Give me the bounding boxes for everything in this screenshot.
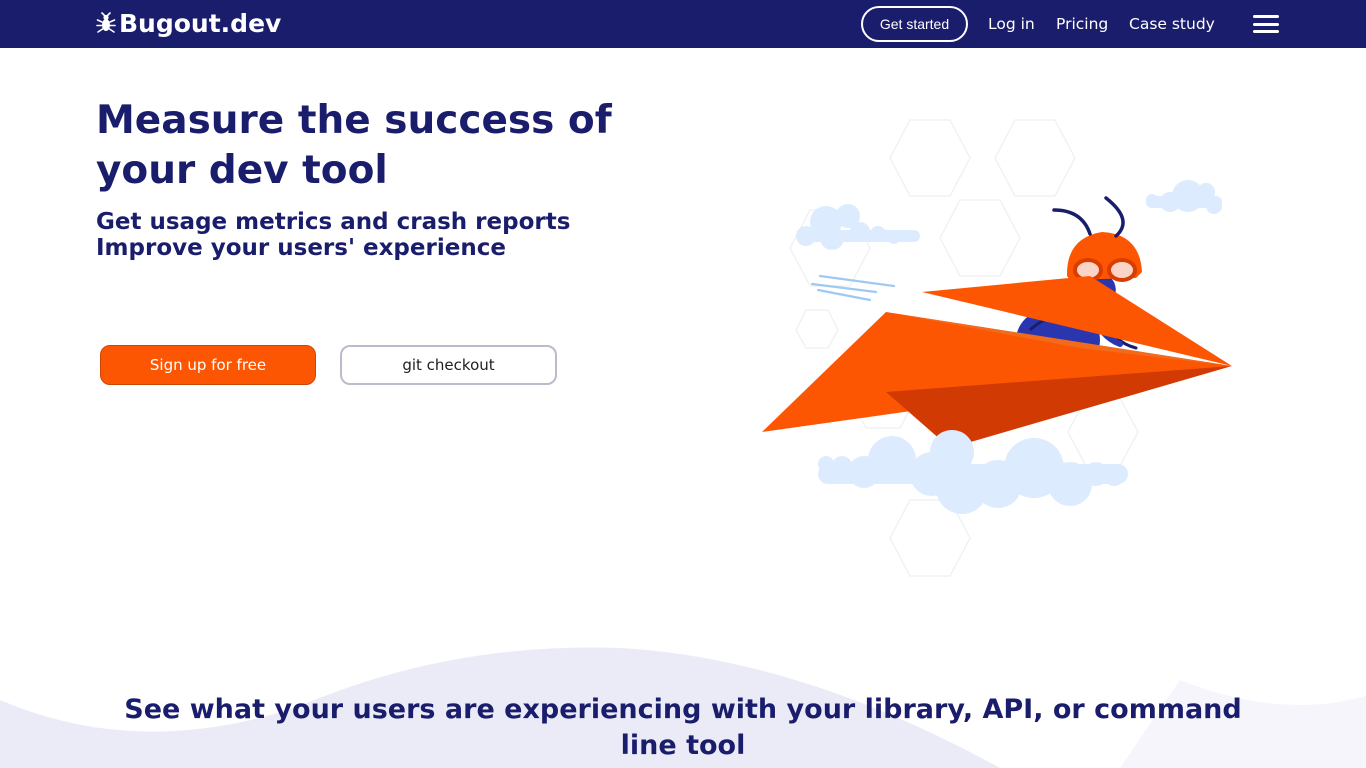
sign-up-button[interactable]: Sign up for free <box>100 345 316 385</box>
case-study-link[interactable]: Case study <box>1129 14 1215 34</box>
section-title: See what your users are experiencing wit… <box>124 694 1242 761</box>
hero-title: Measure the success of your dev tool <box>96 98 612 193</box>
brand-logo-link[interactable]: Bugout.dev <box>96 6 281 40</box>
cloud-top-left <box>796 204 920 250</box>
hero-subtitle-line-2: Improve your users' experience <box>96 235 506 261</box>
cloud-bottom <box>818 430 1128 514</box>
top-navbar: Bugout.dev Get started Log in Pricing Ca… <box>0 0 1366 48</box>
pricing-link[interactable]: Pricing <box>1056 14 1108 34</box>
hamburger-menu-button[interactable] <box>1252 12 1280 36</box>
bug-icon <box>96 12 116 33</box>
ant-paper-plane-illustration <box>762 119 1232 577</box>
login-link[interactable]: Log in <box>988 14 1035 34</box>
speed-lines <box>810 274 896 302</box>
cloud-top-right <box>1146 180 1222 214</box>
paper-plane <box>762 276 1232 448</box>
hamburger-menu-icon <box>1253 15 1279 18</box>
git-checkout-button[interactable]: git checkout <box>340 345 557 385</box>
get-started-button[interactable]: Get started <box>861 6 968 42</box>
hero-subtitle-line-1: Get usage metrics and crash reports <box>96 209 571 235</box>
brand-name: Bugout.dev <box>119 8 282 38</box>
